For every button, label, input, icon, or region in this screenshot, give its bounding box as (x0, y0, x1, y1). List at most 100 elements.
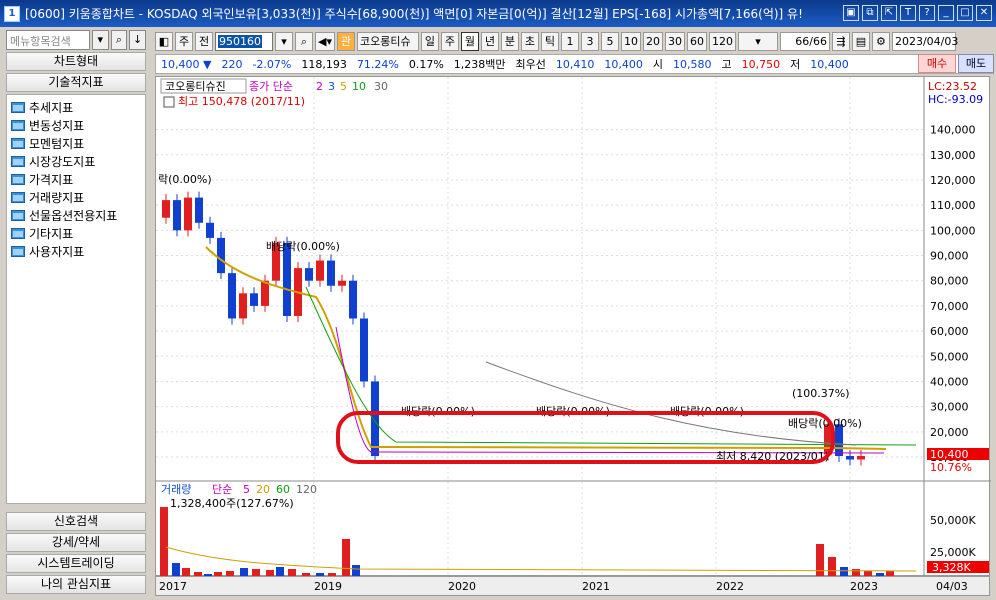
folder-icon (11, 137, 25, 149)
rate2: 0.17% (408, 57, 444, 71)
price-tick: 50,000 (930, 350, 969, 363)
candle (261, 280, 269, 306)
my-indicators-button[interactable]: 나의 관심지표 (6, 575, 146, 594)
tree-item[interactable]: 시장강도지표 (7, 152, 145, 170)
settings-icon[interactable]: T (900, 5, 916, 21)
tile-icon[interactable]: ▣ (843, 5, 859, 21)
folder-icon (11, 191, 25, 203)
folder-icon (11, 173, 25, 185)
legend-ma-label: 종가 단순 (249, 80, 293, 93)
candle (316, 260, 324, 281)
time-axis-bar[interactable]: 2017 2019 2020 2021 2022 2023 04/03 (155, 576, 990, 596)
tree-item[interactable]: 변동성지표 (7, 116, 145, 134)
vol-ma-label: 단순 (212, 483, 232, 496)
interval-select[interactable]: ▾ (737, 31, 778, 51)
folder-icon (11, 209, 25, 221)
volume-bar (172, 563, 180, 577)
minimize-icon[interactable]: _ (938, 5, 954, 21)
candle (305, 268, 313, 281)
tree-item[interactable]: 가격지표 (7, 170, 145, 188)
candle (184, 197, 192, 231)
vol-legend-name: 거래량 (161, 483, 191, 496)
price-tick: 20,000 (930, 426, 969, 439)
calendar-icon[interactable] (163, 96, 175, 108)
num-10[interactable]: 10 (620, 31, 641, 51)
period-second[interactable]: 초 (520, 31, 539, 51)
tree-item[interactable]: 기타지표 (7, 224, 145, 242)
maximize-icon[interactable]: □ (957, 5, 973, 21)
vol-ma-20: 20 (256, 483, 270, 496)
tool-icon[interactable]: ⇶ (831, 31, 850, 51)
price-tick: 30,000 (930, 401, 969, 414)
folder-icon (11, 119, 25, 131)
num-30[interactable]: 30 (664, 31, 685, 51)
buy-button[interactable]: 매수 (918, 54, 956, 73)
tree-item[interactable]: 거래량지표 (7, 188, 145, 206)
tree-item[interactable]: 선물옵션전용지표 (7, 206, 145, 224)
code-dropdown-icon[interactable]: ▾ (275, 31, 293, 51)
num-60[interactable]: 60 (686, 31, 707, 51)
bid1: 10,410 (555, 57, 595, 71)
period-day[interactable]: 일 (420, 31, 439, 51)
system-trading-button[interactable]: 시스템트레이딩 (6, 554, 146, 573)
date-field[interactable]: 2023/04/03 (891, 31, 958, 51)
window-title: [0600] 키움종합차트 - KOSDAQ 외국인보유[3,033(천)] 주… (25, 7, 803, 21)
indicator-panel: 메뉴항목검색 ▾ ⌕ ↓ 차트형태 기술적지표 추세지표 변동성지표 모멘텀지표… (6, 30, 146, 596)
num-1[interactable]: 1 (560, 31, 579, 51)
num-20[interactable]: 20 (642, 31, 663, 51)
period-minute[interactable]: 분 (500, 31, 519, 51)
tree-item[interactable]: 모멘텀지표 (7, 134, 145, 152)
num-120[interactable]: 120 (708, 31, 736, 51)
search-icon[interactable]: ⌕ (110, 30, 128, 50)
period-week[interactable]: 주 (440, 31, 459, 51)
download-icon[interactable]: ↓ (129, 30, 146, 50)
price-tick: 70,000 (930, 300, 969, 313)
close-icon[interactable]: ✕ (976, 5, 992, 21)
price-tick: 140,000 (930, 124, 976, 137)
mode-all[interactable]: 전 (195, 31, 213, 51)
search-icon[interactable]: ⌕ (295, 31, 313, 51)
layout-icon[interactable]: ◧ (155, 31, 173, 51)
tree-item[interactable]: 사용자지표 (7, 242, 145, 260)
period-tick[interactable]: 틱 (540, 31, 559, 51)
sound-icon[interactable]: ◀▾ (315, 31, 335, 51)
lc-label: LC:23.52 (928, 80, 977, 93)
low: 10,400 (810, 57, 849, 71)
period-month[interactable]: 월 (460, 31, 479, 51)
folder-icon (11, 101, 25, 113)
help-icon[interactable]: ? (919, 5, 935, 21)
mode-stock[interactable]: 주 (175, 31, 193, 51)
menu-search-input[interactable]: 메뉴항목검색 (6, 30, 90, 50)
price-tick: 100,000 (930, 224, 976, 237)
price-volume-chart[interactable]: 코오롱티슈진 종가 단순 2 3 5 10 30 최고 150,478 (201… (156, 77, 991, 577)
period-year[interactable]: 년 (480, 31, 499, 51)
open: 10,580 (673, 57, 712, 71)
link-icon[interactable]: ⇱ (881, 5, 897, 21)
chart-canvas[interactable]: 코오롱티슈진 종가 단순 2 3 5 10 30 최고 150,478 (201… (155, 76, 991, 577)
title-bar: 1 [0600] 키움종합차트 - KOSDAQ 외국인보유[3,033(천)]… (0, 0, 996, 27)
dropdown-icon[interactable]: ▾ (91, 30, 109, 50)
folder-icon (11, 227, 25, 239)
chart-type-button[interactable]: 차트형태 (6, 52, 146, 71)
x-label-2017: 2017 (159, 579, 187, 593)
tech-indicator-header[interactable]: 기술적지표 (6, 73, 146, 92)
volume-bar (342, 539, 350, 577)
strength-button[interactable]: 강세/약세 (6, 533, 146, 552)
chart-area: ◧ 주 전 950160 ▾ ⌕ ◀▾ 관 코오롱티슈 일 주 월 년 분 초 … (155, 30, 994, 596)
tree-item[interactable]: 추세지표 (7, 98, 145, 116)
candle (206, 222, 214, 238)
num-5[interactable]: 5 (600, 31, 619, 51)
x-label-2022: 2022 (716, 579, 744, 593)
signal-search-button[interactable]: 신호검색 (6, 512, 146, 531)
ma-2: 2 (316, 80, 323, 93)
save-icon[interactable]: ▤ (851, 31, 870, 51)
ma-3: 3 (328, 80, 335, 93)
num-3[interactable]: 3 (580, 31, 599, 51)
toolbar: ◧ 주 전 950160 ▾ ⌕ ◀▾ 관 코오롱티슈 일 주 월 년 분 초 … (155, 30, 994, 52)
sell-button[interactable]: 매도 (958, 54, 994, 73)
stock-code-input[interactable]: 950160 (215, 31, 273, 51)
copy-icon[interactable]: ⧉ (862, 5, 878, 21)
count-field[interactable]: 66/66 (779, 31, 830, 51)
candle (228, 273, 236, 319)
gear-icon[interactable]: ⚙ (871, 31, 890, 51)
